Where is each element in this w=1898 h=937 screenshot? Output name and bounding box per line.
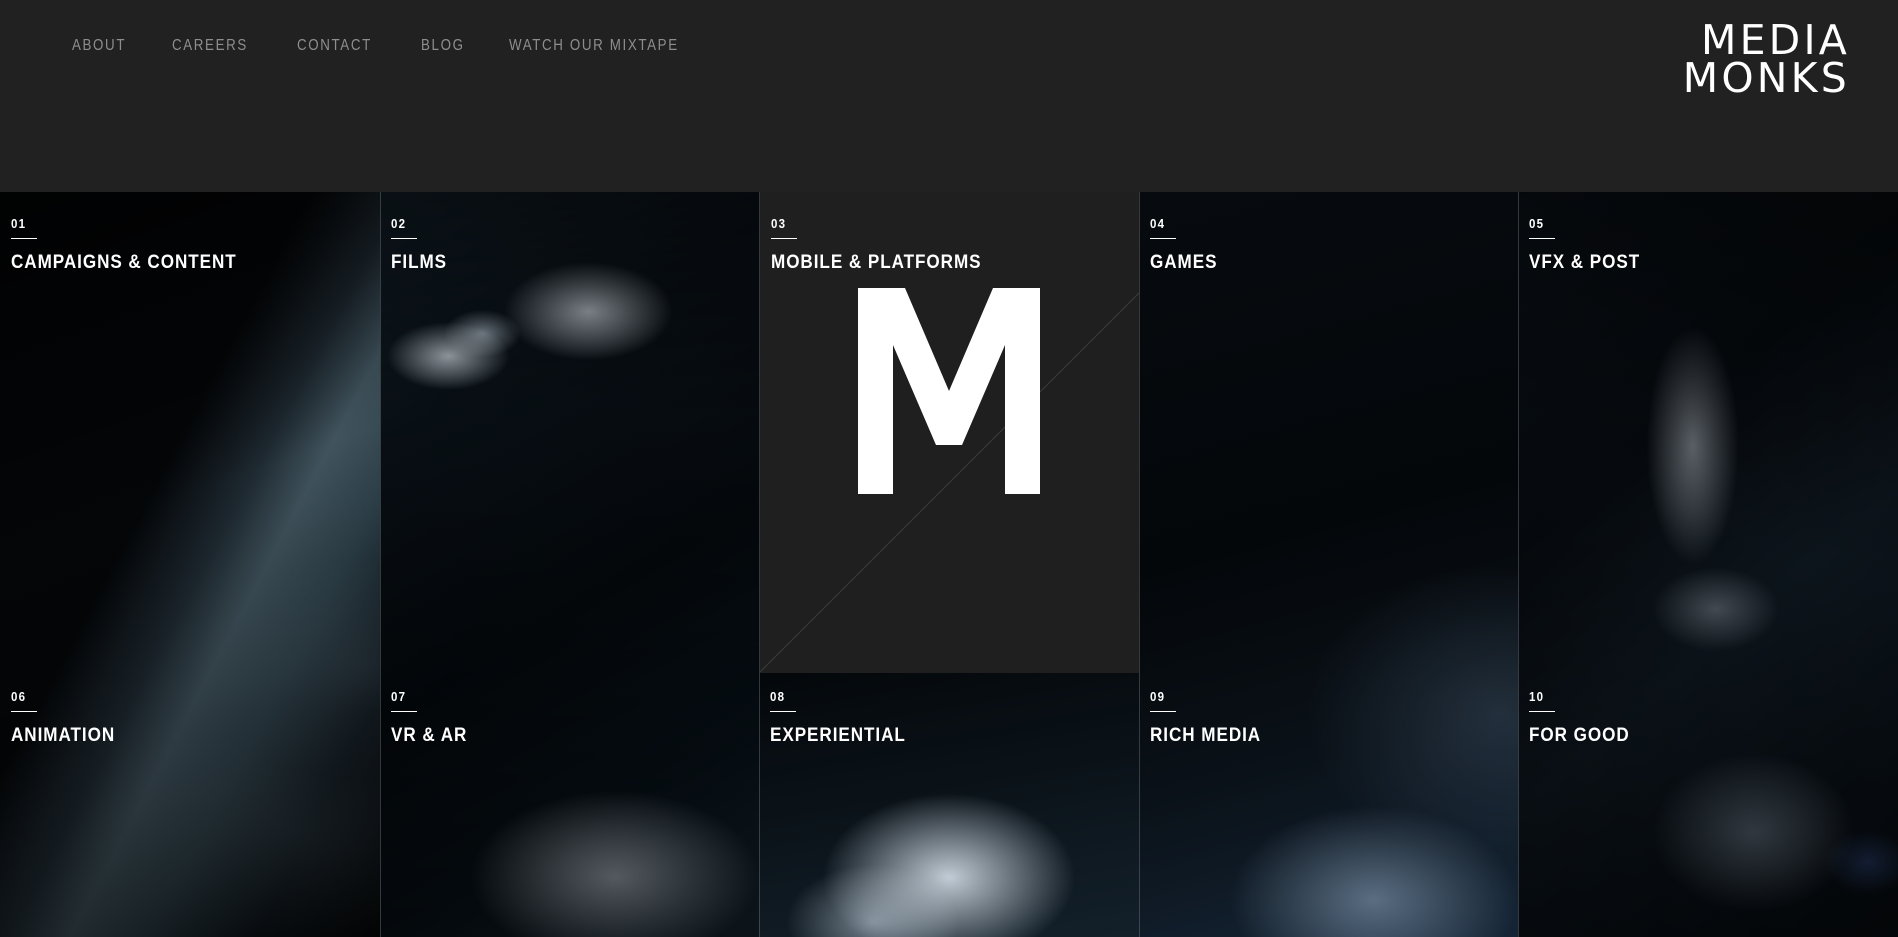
nav-item-watch-our-mixtape[interactable]: WATCH OUR MIXTAPE <box>509 37 679 55</box>
site-logo[interactable]: MEDIA MONKS <box>1683 22 1850 97</box>
tile-background-image-1 <box>0 192 380 937</box>
tile-number: 02 <box>391 218 448 231</box>
page-root: ABOUT CAREERS CONTACT BLOG WATCH OUR MIX… <box>0 0 1898 937</box>
tile-title: MOBILE & PLATFORMS <box>771 253 981 272</box>
tile-rule <box>11 238 37 240</box>
tile-number: 10 <box>1529 691 1632 704</box>
tile-background-image-2 <box>380 192 760 937</box>
monk-letter-m-logo <box>760 256 1139 526</box>
tile-for-good[interactable]: 10 FOR GOOD <box>1529 691 1641 745</box>
tile-title: VFX & POST <box>1529 253 1640 272</box>
grid-column-2[interactable]: 02 FILMS 07 VR & AR <box>380 192 760 937</box>
tile-title: CAMPAIGNS & CONTENT <box>11 253 237 272</box>
tile-title: RICH MEDIA <box>1150 726 1261 745</box>
main-navigation: ABOUT CAREERS CONTACT BLOG WATCH OUR MIX… <box>72 37 706 55</box>
tile-title: FILMS <box>391 253 447 272</box>
nav-item-about[interactable]: ABOUT <box>72 37 126 55</box>
tile-rule <box>391 238 417 240</box>
tile-campaigns-and-content[interactable]: 01 CAMPAIGNS & CONTENT <box>11 218 262 272</box>
tile-number: 07 <box>391 691 469 704</box>
tile-vr-and-ar[interactable]: 07 VR & AR <box>391 691 476 745</box>
tile-background-image-5 <box>1518 192 1898 937</box>
tile-rule <box>1529 711 1555 713</box>
tile-animation[interactable]: 06 ANIMATION <box>11 691 127 745</box>
tile-rule <box>771 238 797 240</box>
tile-title: FOR GOOD <box>1529 726 1630 745</box>
tile-number: 03 <box>771 218 986 231</box>
tile-number: 04 <box>1150 218 1219 231</box>
tile-title: ANIMATION <box>11 726 115 745</box>
logo-line-monks: MONKS <box>1683 60 1850 98</box>
tile-games[interactable]: 04 GAMES <box>1150 218 1225 272</box>
tile-rule <box>391 711 417 713</box>
site-header: ABOUT CAREERS CONTACT BLOG WATCH OUR MIX… <box>0 0 1898 192</box>
nav-slot: CAREERS <box>172 37 260 55</box>
nav-item-careers[interactable]: CAREERS <box>172 37 248 55</box>
tile-vfx-and-post[interactable]: 05 VFX & POST <box>1529 218 1652 272</box>
tile-rule <box>1150 238 1176 240</box>
tile-number: 08 <box>770 691 909 704</box>
tile-number: 01 <box>11 218 242 231</box>
nav-slot: ABOUT <box>72 37 135 55</box>
grid-column-1[interactable]: 01 CAMPAIGNS & CONTENT 06 ANIMATION <box>0 192 380 937</box>
tile-rule <box>11 711 37 713</box>
grid-column-4[interactable]: 04 GAMES 09 RICH MEDIA <box>1139 192 1519 937</box>
tile-title: GAMES <box>1150 253 1217 272</box>
nav-slot: CONTACT <box>297 37 384 55</box>
tile-films[interactable]: 02 FILMS <box>391 218 453 272</box>
tile-background-image-4 <box>1139 192 1519 937</box>
nav-slot: WATCH OUR MIXTAPE <box>509 37 706 55</box>
tile-mobile-and-platforms[interactable]: 03 MOBILE & PLATFORMS <box>771 218 1005 272</box>
tile-experiential[interactable]: 08 EXPERIENTIAL <box>770 691 921 745</box>
tile-rule <box>1150 711 1176 713</box>
tile-title: VR & AR <box>391 726 467 745</box>
tile-title: EXPERIENTIAL <box>770 726 906 745</box>
tile-rule <box>770 711 796 713</box>
tile-number: 06 <box>11 691 117 704</box>
tile-number: 09 <box>1150 691 1264 704</box>
tile-rich-media[interactable]: 09 RICH MEDIA <box>1150 691 1273 745</box>
tile-rule <box>1529 238 1555 240</box>
tile-number: 05 <box>1529 218 1643 231</box>
grid-column-5[interactable]: 05 VFX & POST 10 FOR GOOD <box>1518 192 1898 937</box>
nav-slot: BLOG <box>421 37 472 55</box>
nav-item-contact[interactable]: CONTACT <box>297 37 372 55</box>
nav-item-blog[interactable]: BLOG <box>421 37 465 55</box>
center-feature-panel[interactable]: 03 MOBILE & PLATFORMS <box>760 192 1139 673</box>
